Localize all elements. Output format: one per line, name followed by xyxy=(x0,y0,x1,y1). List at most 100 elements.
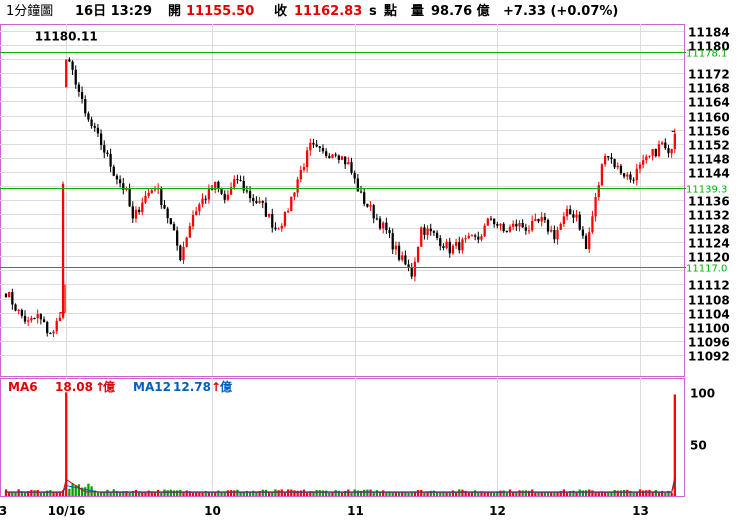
price-tick-label: 11132 xyxy=(688,209,730,223)
volume-bar xyxy=(236,489,239,496)
candle-body xyxy=(248,191,252,199)
candle-body xyxy=(87,113,90,120)
candle-body xyxy=(204,198,207,200)
volume-bar xyxy=(664,492,667,496)
candle-body xyxy=(267,214,271,217)
price-tick-label: 11128 xyxy=(688,223,730,237)
candle-body xyxy=(410,267,413,277)
volume-bar xyxy=(134,489,138,496)
volume-bar xyxy=(318,490,321,496)
candle-body xyxy=(496,224,499,226)
candle-body xyxy=(461,239,464,251)
candle-body xyxy=(52,331,55,334)
x-tick-label: 11 xyxy=(347,504,364,518)
x-tick-label: 10/16 xyxy=(48,504,86,518)
candle-body xyxy=(11,292,14,305)
volume-bar xyxy=(518,490,521,496)
candle-body xyxy=(42,319,46,322)
candle-body xyxy=(131,206,134,219)
candle-body xyxy=(569,209,572,215)
candle-body xyxy=(537,219,540,222)
volume-bar xyxy=(575,492,578,496)
candle-body xyxy=(445,241,448,249)
candle-body xyxy=(613,159,616,168)
candle-body xyxy=(388,230,391,234)
price-tick-label: 11136 xyxy=(688,195,730,209)
candle-body xyxy=(331,154,334,158)
candle-body xyxy=(80,91,84,100)
volume-legend-text: MA6 xyxy=(8,380,38,394)
candle-body xyxy=(58,317,62,321)
price-tick-label: 11100 xyxy=(688,322,730,336)
reference-line-label: 11178.1 xyxy=(686,49,727,60)
volume-panel-frame xyxy=(0,378,685,497)
candle-body xyxy=(401,255,404,260)
volume-bar xyxy=(382,490,385,496)
volume-bar xyxy=(670,492,673,496)
volume-bar xyxy=(534,492,537,496)
volume-bar xyxy=(293,490,296,496)
candle-body xyxy=(344,156,347,165)
candle-body xyxy=(118,179,122,184)
volume-bar xyxy=(553,492,556,496)
volume-legend-text: 18.08 xyxy=(55,380,93,394)
volume-bar xyxy=(641,490,645,496)
volume-legend-text: 12.78 xyxy=(173,380,211,394)
ma6-line xyxy=(6,477,676,493)
volume-bar xyxy=(176,490,179,496)
candle-body xyxy=(458,242,461,251)
candle-body xyxy=(483,225,486,237)
volume-bar xyxy=(363,489,366,496)
candle-body xyxy=(20,310,23,316)
candle-body xyxy=(8,292,11,298)
candle-body xyxy=(413,261,417,277)
candle-body xyxy=(534,219,537,221)
candle-body xyxy=(645,156,648,161)
volume-bar xyxy=(277,490,280,496)
volume-bar xyxy=(502,490,505,496)
candle-body xyxy=(302,167,306,170)
volume-bar xyxy=(591,490,594,496)
candle-body xyxy=(559,223,562,230)
candle-body xyxy=(27,320,30,322)
candle-body xyxy=(169,218,172,224)
volume-bar xyxy=(334,490,337,496)
candle-body xyxy=(448,241,451,254)
price-tick-label: 11184 xyxy=(688,26,730,40)
volume-bar xyxy=(619,490,623,496)
candle-body xyxy=(236,179,239,181)
volume-bar xyxy=(201,492,204,496)
volume-bar xyxy=(372,492,375,496)
candle-body xyxy=(550,230,553,232)
volume-tick-label: 100 xyxy=(690,387,715,401)
volume-bar xyxy=(172,490,176,496)
candle-body xyxy=(84,99,87,114)
candle-body xyxy=(562,216,566,224)
candle-body xyxy=(160,188,163,206)
candle-body xyxy=(293,192,296,197)
candle-body xyxy=(480,236,483,240)
candle-body xyxy=(286,211,290,213)
candle-body xyxy=(46,321,49,334)
volume-legend-text: 億 xyxy=(220,379,232,394)
volume-legend-text: MA12 xyxy=(133,380,171,394)
candle-body xyxy=(394,245,398,250)
volume-bar xyxy=(439,492,442,496)
candle-body xyxy=(397,245,401,260)
candle-body xyxy=(543,216,547,220)
candle-body xyxy=(17,310,20,312)
candle-body xyxy=(252,198,255,202)
candle-body xyxy=(540,216,543,222)
volume-bar xyxy=(445,492,448,496)
candle-body xyxy=(90,119,93,126)
candle-body xyxy=(144,195,147,203)
volume-bar xyxy=(157,489,160,496)
candle-body xyxy=(486,218,489,226)
candle-body xyxy=(454,242,458,246)
candle-body xyxy=(71,61,74,70)
price-tick-label: 11112 xyxy=(688,279,730,293)
candle-body xyxy=(546,219,550,232)
volume-bar xyxy=(42,492,46,496)
candle-body xyxy=(464,238,467,240)
volume-bar xyxy=(515,492,518,496)
